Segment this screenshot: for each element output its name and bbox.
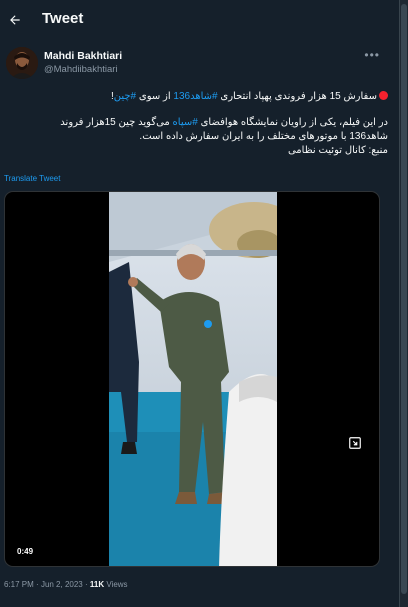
views-count: 11K (89, 580, 105, 589)
red-circle-icon (379, 91, 388, 100)
scrollbar-thumb[interactable] (401, 4, 407, 594)
more-horizontal-icon: ••• (364, 48, 380, 62)
tweet-date[interactable]: Jun 2, 2023 (41, 580, 83, 589)
tweet-time[interactable]: 6:17 PM (4, 580, 34, 589)
meta-separator: · (36, 580, 39, 589)
video-frame (109, 192, 277, 566)
expand-icon (349, 437, 361, 449)
tweet-page: Tweet Mahdi Bakhtiari @Mahdiibakhtiari •… (0, 0, 400, 607)
hashtag-shahed[interactable]: #شاهد136 (173, 91, 217, 102)
translate-tweet-link[interactable]: Translate Tweet (4, 174, 60, 183)
tweet-line-4: منبع: کانال توئیت نظامی (287, 145, 388, 156)
arrow-left-icon (10, 15, 20, 25)
expand-video-button[interactable] (342, 430, 368, 456)
hashtag-sepah[interactable]: #سپاه (173, 117, 198, 128)
video-duration: 0:49 (13, 545, 38, 558)
tweet-header: Tweet (0, 0, 400, 40)
tweet-meta: 6:17 PM · Jun 2, 2023 · 11K Views (4, 580, 128, 589)
views-label: Views (106, 580, 128, 589)
hashtag-china[interactable]: #چین (114, 91, 136, 102)
page-title: Tweet (42, 10, 84, 27)
tweet-author: Mahdi Bakhtiari @Mahdiibakhtiari ••• (0, 44, 400, 84)
more-options-button[interactable]: ••• (364, 48, 380, 62)
author-name[interactable]: Mahdi Bakhtiari (44, 50, 122, 62)
tweet-video[interactable]: 0:49 (4, 191, 380, 567)
tweet-line-1: سفارش 15 هزار فروندی پهپاد انتحاری #شاهد… (4, 90, 388, 104)
tweet-line-3: شاهد136 با موتورهای مختلف را به ایران سف… (139, 131, 388, 142)
back-button[interactable] (4, 9, 26, 31)
scrollbar[interactable] (400, 0, 408, 607)
tweet-text: سفارش 15 هزار فروندی پهپاد انتحاری #شاهد… (4, 90, 388, 158)
tweet-line-2: در این فیلم، یکی از راویان نمایشگاه هواف… (60, 117, 388, 128)
avatar[interactable] (6, 47, 38, 79)
author-handle[interactable]: @Mahdiibakhtiari (44, 64, 118, 75)
meta-separator: · (84, 580, 88, 589)
